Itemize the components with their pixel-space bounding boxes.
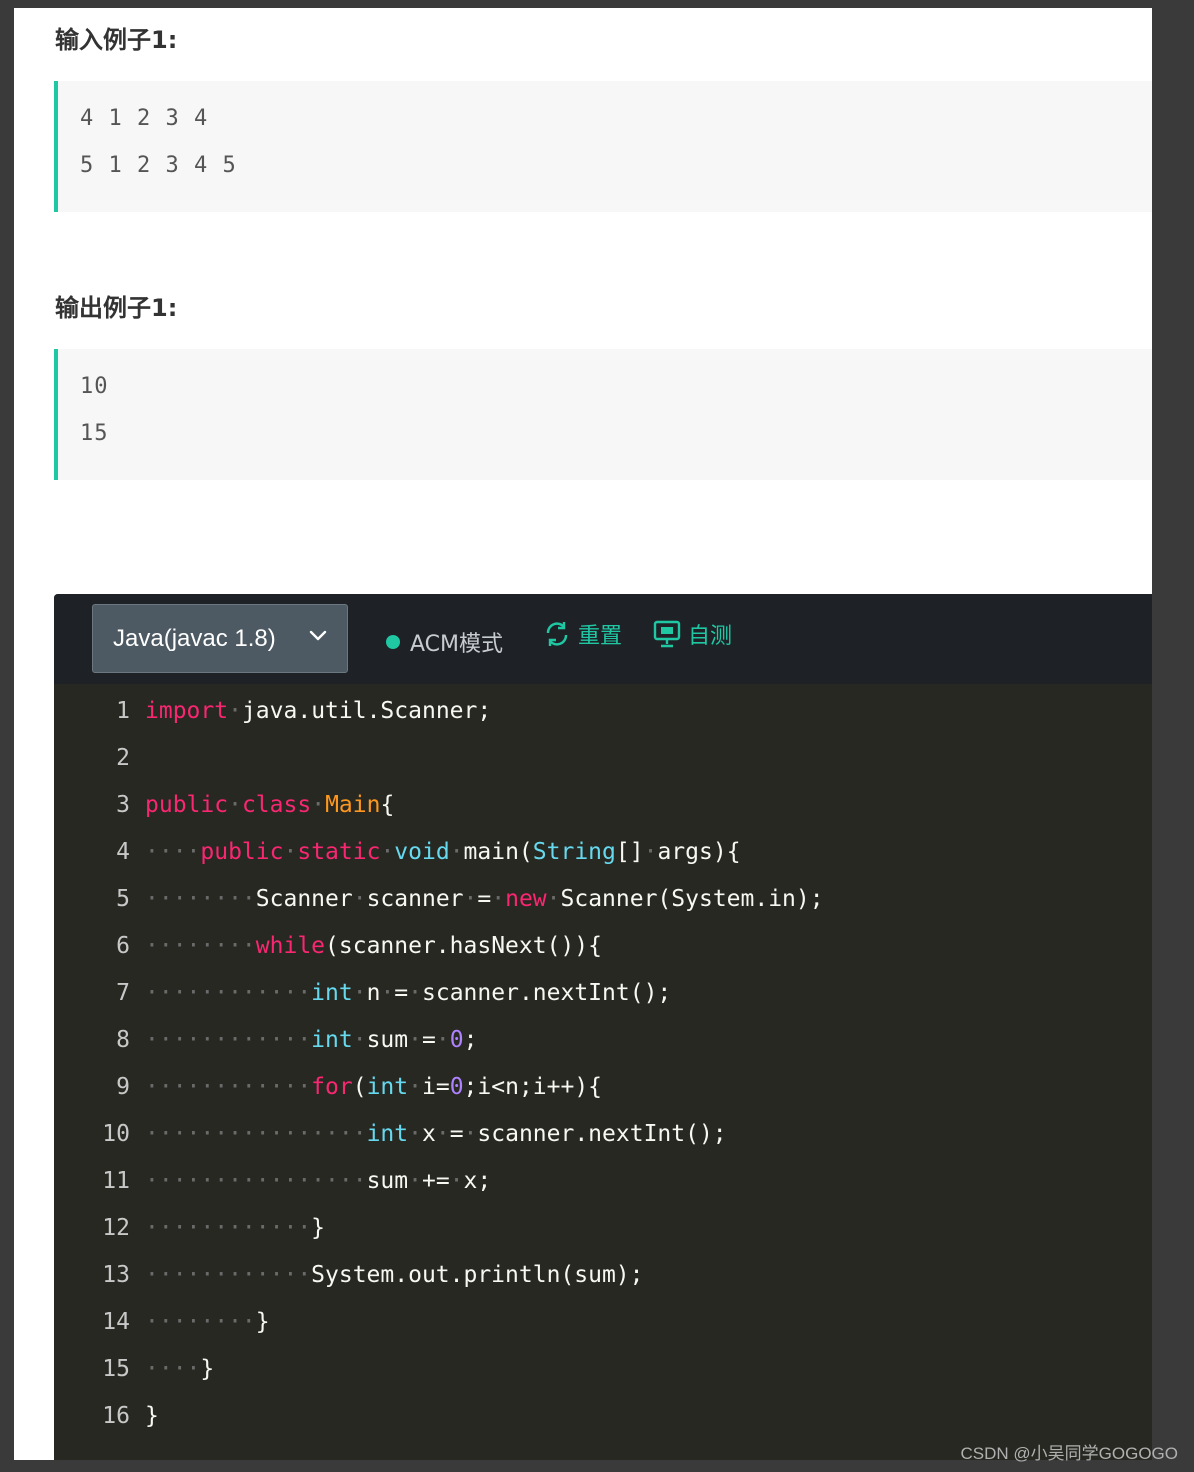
code-line[interactable]: 4 ····public·static·void·main(String[]·ar… [54,829,1152,876]
code-text: ············int·sum·=·0; [145,1027,478,1053]
code-text: import·java.util.Scanner; [145,698,492,724]
code-line[interactable]: 11 ················sum·+=·x; [54,1158,1152,1205]
acm-mode-label: ACM模式 [410,632,504,657]
output-sample-line: 10 [80,374,109,399]
line-number: 1 [116,698,130,724]
watermark: CSDN @小吴同学GOGOGO [960,1444,1179,1463]
self-test-button[interactable]: 自测 [652,618,732,650]
output-sample-title: 输出例子1: [55,294,178,322]
output-sample-line: 15 [80,421,109,446]
code-line[interactable]: 15 ····} [54,1346,1152,1393]
line-number: 7 [116,980,130,1006]
code-text: ············System.out.println(sum); [145,1262,644,1288]
line-number: 10 [102,1121,130,1147]
input-sample-box: 4 1 2 3 4 5 1 2 3 4 5 [54,81,1152,212]
code-text: ················sum·+=·x; [145,1168,492,1194]
line-number: 14 [102,1309,130,1335]
input-sample-line: 5 1 2 3 4 5 [80,153,237,178]
code-line[interactable]: 8 ············int·sum·=·0; [54,1017,1152,1064]
code-text: ····} [145,1356,215,1382]
line-number: 5 [116,886,130,912]
code-line[interactable]: 13 ············System.out.println(sum); [54,1252,1152,1299]
code-line[interactable]: 6 ········while(scanner.hasNext()){ [54,923,1152,970]
line-number: 6 [116,933,130,959]
line-number: 2 [116,745,130,771]
language-select-label: Java(javac 1.8) [113,624,276,652]
code-text: ····public·static·void·main(String[]·arg… [145,839,741,865]
line-number: 16 [102,1403,130,1429]
code-line[interactable]: 2 [54,735,1152,782]
code-text: ············} [145,1215,326,1241]
code-text: public·class·Main{ [145,792,395,818]
code-text: } [145,1403,159,1429]
line-number: 4 [116,839,130,865]
editor-toolbar: Java(javac 1.8) ACM模式 重置 自测 [54,594,1152,684]
code-text: ············for(int·i=0;i<n;i++){ [145,1074,603,1100]
line-number: 12 [102,1215,130,1241]
code-text: ········while(scanner.hasNext()){ [145,933,602,959]
line-number: 11 [102,1168,130,1194]
refresh-icon [546,622,568,646]
code-text: ········Scanner·scanner·=·new·Scanner(Sy… [145,886,824,912]
input-sample-line: 4 1 2 3 4 [80,106,209,131]
chevron-down-icon [309,630,327,641]
code-line[interactable]: 14 ········} [54,1299,1152,1346]
code-line[interactable]: 10 ················int·x·=·scanner.nextIn… [54,1111,1152,1158]
line-number: 13 [102,1262,130,1288]
code-area[interactable]: 1 import·java.util.Scanner; 2 3 public·class… [54,684,1152,1460]
language-select[interactable]: Java(javac 1.8) [92,604,348,673]
line-number: 9 [116,1074,130,1100]
code-line[interactable]: 12 ············} [54,1205,1152,1252]
code-text: ············int·n·=·scanner.nextInt(); [145,980,672,1006]
code-text: ········} [145,1309,270,1335]
line-number: 8 [116,1027,130,1053]
input-sample-title: 输入例子1: [55,26,178,54]
code-line[interactable]: 16} [54,1393,1152,1440]
code-line[interactable]: 9 ············for(int·i=0;i<n;i++){ [54,1064,1152,1111]
monitor-icon [653,620,681,648]
line-number: 15 [102,1356,130,1382]
code-editor: Java(javac 1.8) ACM模式 重置 自测 1 import·jav… [54,594,1152,1460]
code-text: ················int·x·=·scanner.nextInt(… [145,1121,727,1147]
line-number: 3 [116,792,130,818]
output-sample-box: 10 15 [54,349,1152,480]
status-dot-icon [386,635,400,649]
code-line[interactable]: 5 ········Scanner·scanner·=·new·Scanner(S… [54,876,1152,923]
self-test-button-label: 自测 [688,624,733,649]
code-line[interactable]: 7 ············int·n·=·scanner.nextInt(); [54,970,1152,1017]
code-line[interactable]: 3 public·class·Main{ [54,782,1152,829]
reset-button-label: 重置 [578,624,623,649]
code-line[interactable]: 1 import·java.util.Scanner; [54,688,1152,735]
problem-page: 输入例子1: 4 1 2 3 4 5 1 2 3 4 5 输出例子1: 10 1… [14,8,1152,1460]
reset-button[interactable]: 重置 [542,618,622,650]
acm-mode-indicator[interactable]: ACM模式 [386,626,503,658]
